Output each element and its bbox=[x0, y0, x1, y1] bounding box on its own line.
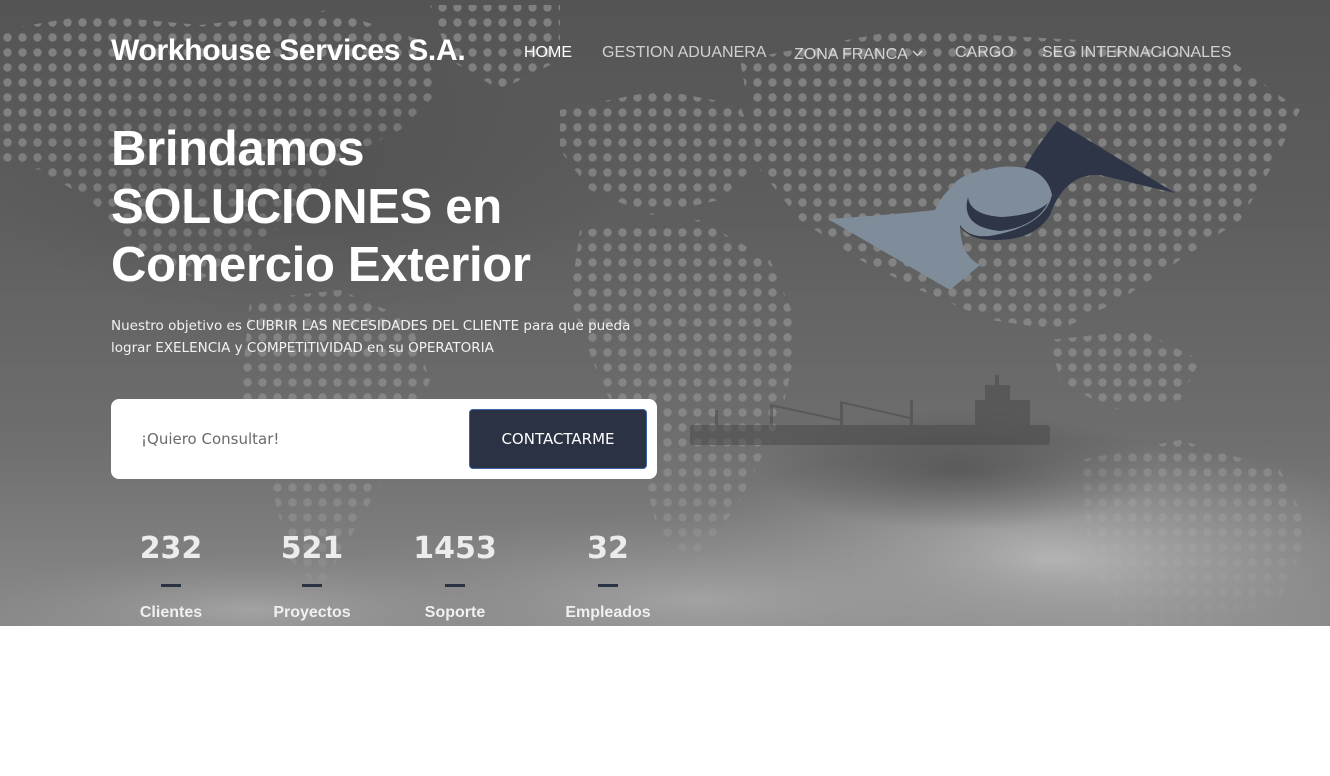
stat-divider bbox=[598, 584, 618, 587]
stat-divider bbox=[302, 584, 322, 587]
nav-link-cargo[interactable]: CARGO bbox=[955, 44, 1014, 62]
brand-logo-link[interactable]: Workhouse Services S.A. bbox=[111, 34, 466, 68]
stat-proyectos: 521 Proyectos bbox=[252, 530, 372, 622]
hero-headline-line-1: Brindamos bbox=[111, 122, 365, 176]
top-navbar: Workhouse Services S.A. HOME GESTION ADU… bbox=[0, 0, 1330, 106]
stat-label: Soporte bbox=[424, 604, 486, 621]
hero-section: Workhouse Services S.A. HOME GESTION ADU… bbox=[0, 0, 1330, 626]
stat-empleados: 32 Empleados bbox=[548, 530, 668, 622]
stat-value: 521 bbox=[280, 531, 344, 566]
stat-soporte: 1453 Soporte bbox=[395, 530, 515, 622]
nav-link-zona-franca[interactable]: ZONA FRANCA bbox=[794, 44, 923, 64]
stat-label: Clientes bbox=[139, 604, 203, 621]
hero-subtitle: Nuestro objetivo es CUBRIR LAS NECESIDAD… bbox=[111, 315, 671, 359]
stat-label: Empleados bbox=[565, 604, 651, 621]
stat-label: Proyectos bbox=[273, 604, 351, 621]
hero-headline-line-2: SOLUCIONES en bbox=[111, 180, 502, 234]
contact-form: CONTACTARME bbox=[111, 399, 657, 479]
nav-link-seg-internacionales[interactable]: SEG INTERNACIONALES bbox=[1042, 44, 1231, 62]
stat-value: 232 bbox=[139, 531, 203, 566]
stat-value: 1453 bbox=[413, 531, 497, 566]
stat-divider bbox=[445, 584, 465, 587]
stat-divider bbox=[161, 584, 181, 587]
chevron-down-icon bbox=[912, 44, 923, 62]
hero-subtitle-line-1: Nuestro objetivo es CUBRIR LAS NECESIDAD… bbox=[111, 318, 631, 334]
consult-input[interactable] bbox=[131, 417, 471, 461]
nav-link-gestion-aduanera[interactable]: GESTION ADUANERA bbox=[602, 44, 766, 62]
hero-headline: Brindamos SOLUCIONES en Comercio Exterio… bbox=[111, 120, 671, 294]
hero-subtitle-line-2: lograr EXELENCIA y COMPETITIVIDAD en su … bbox=[111, 340, 494, 356]
stat-value: 32 bbox=[587, 531, 629, 566]
company-swoosh-logo-icon bbox=[828, 121, 1175, 290]
stat-clientes: 232 Clientes bbox=[111, 530, 231, 622]
nav-link-home[interactable]: HOME bbox=[524, 44, 572, 62]
hero-headline-line-3: Comercio Exterior bbox=[111, 238, 531, 292]
contact-button[interactable]: CONTACTARME bbox=[469, 409, 647, 469]
nav-link-zona-franca-label: ZONA FRANCA bbox=[794, 46, 908, 63]
